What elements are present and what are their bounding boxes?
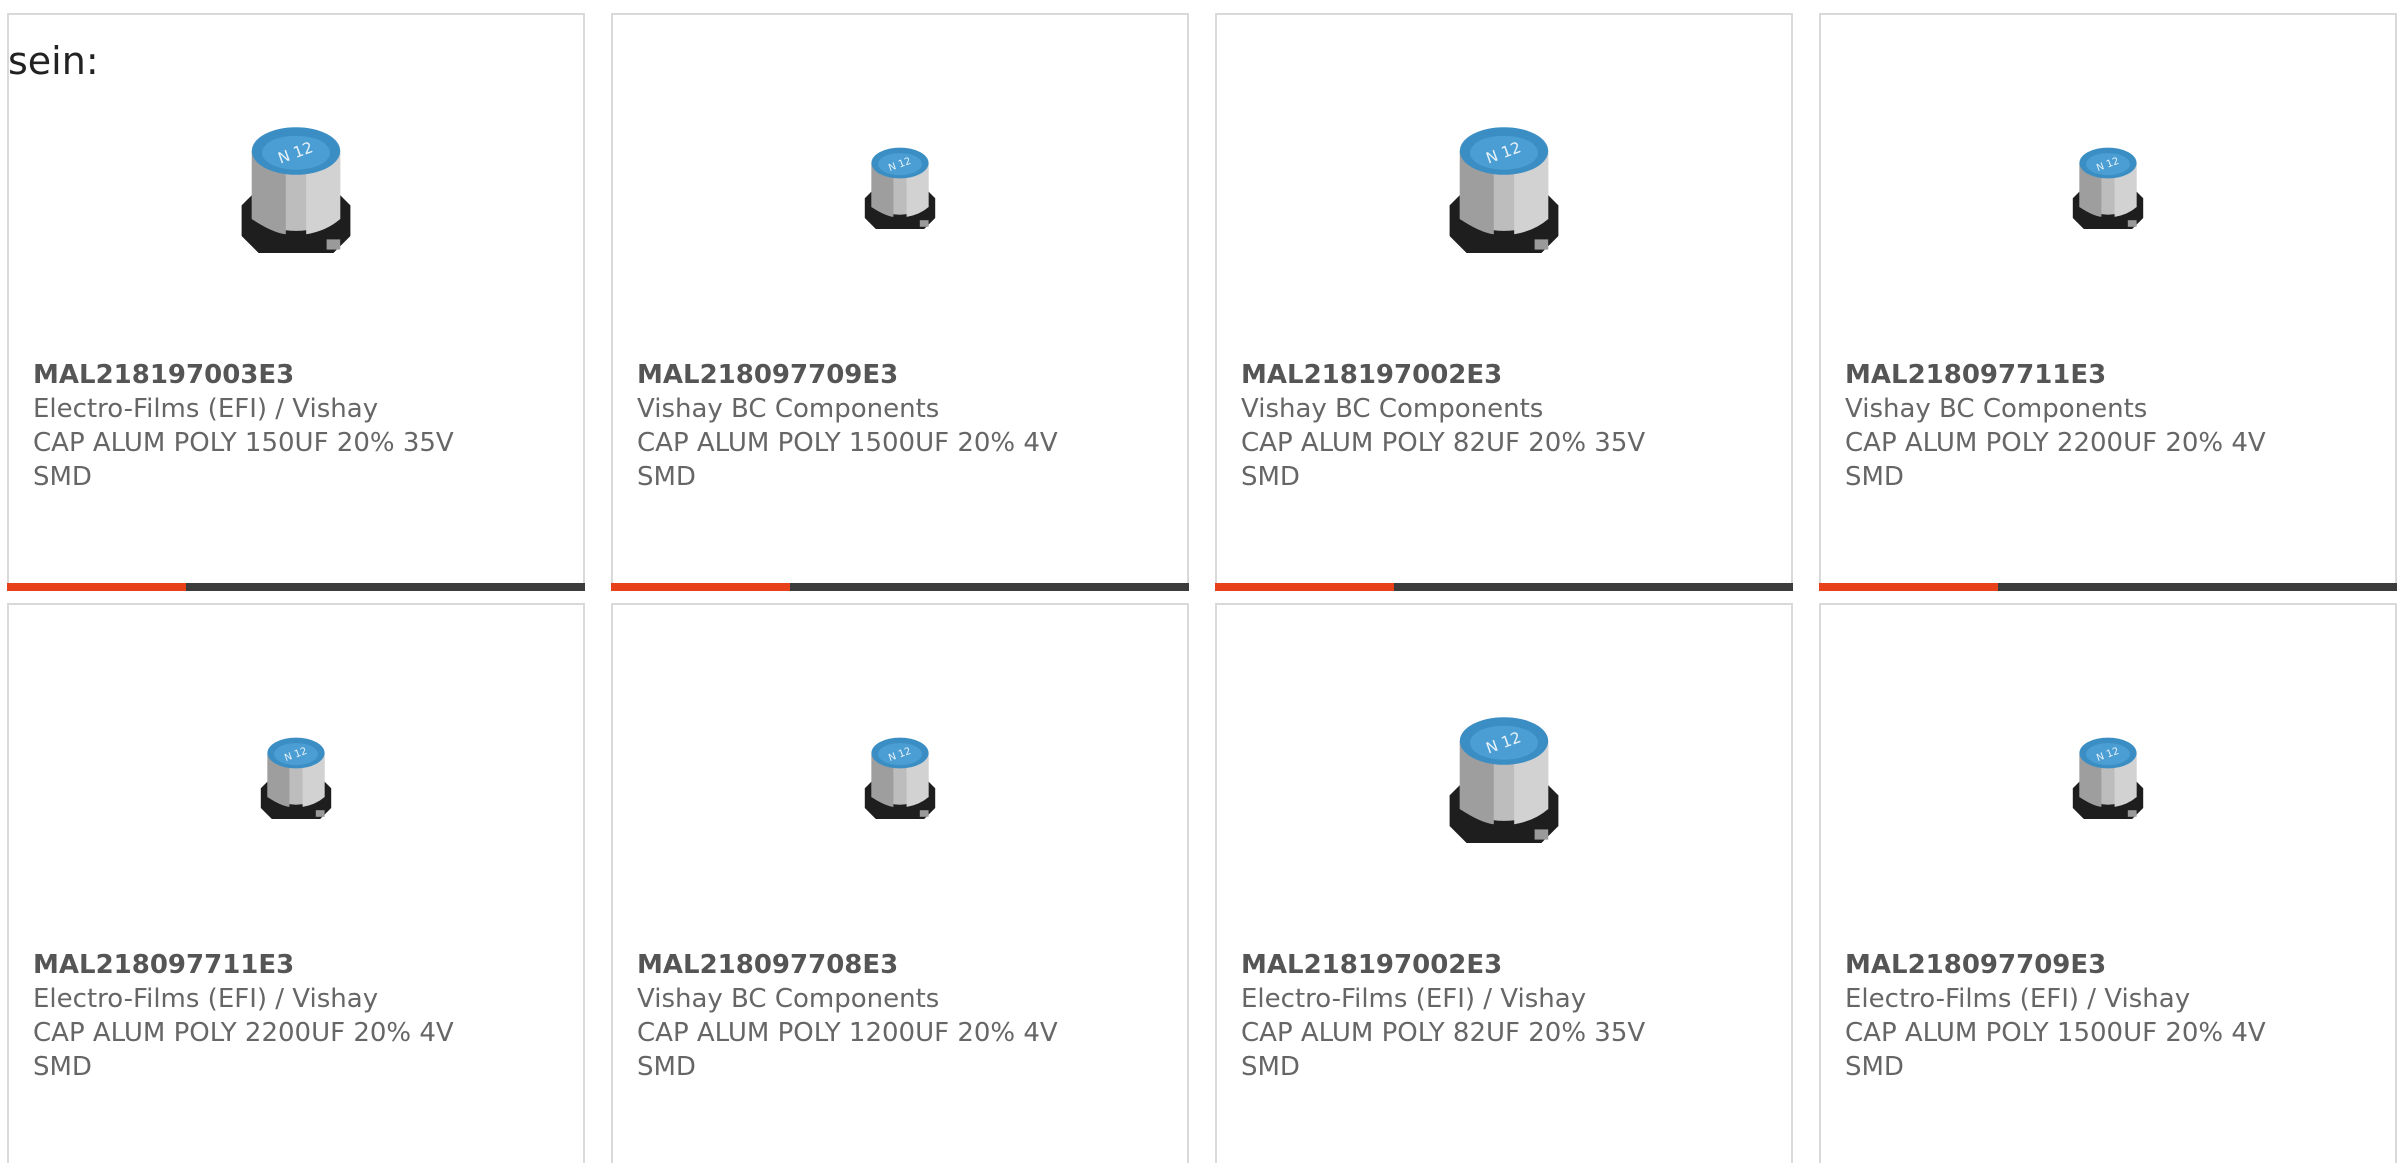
description: CAP ALUM POLY 2200UF 20% 4V (1845, 428, 2266, 458)
product-card[interactable]: N 12 MAL218097708E3 Vishay BC Components… (611, 603, 1189, 1163)
product-image[interactable]: N 12 (800, 85, 1000, 285)
part-number[interactable]: MAL218097709E3 (637, 358, 1167, 392)
progress-fill (611, 583, 791, 591)
progress-bar (611, 583, 1189, 591)
product-info: MAL218197003E3 Electro-Films (EFI) / Vis… (33, 358, 563, 494)
package: SMD (1845, 1052, 1904, 1082)
capacitor-image-icon: N 12 (1449, 127, 1559, 253)
intro-text: sein: (8, 39, 99, 83)
description: CAP ALUM POLY 1500UF 20% 4V (637, 428, 1058, 458)
product-image[interactable]: N 12 (800, 675, 1000, 875)
capacitor-image-icon: N 12 (864, 737, 936, 819)
product-image[interactable]: N 12 (196, 675, 396, 875)
product-info: MAL218097711E3 Vishay BC Components CAP … (1845, 358, 2375, 494)
product-card[interactable]: N 12 MAL218097709E3 Vishay BC Components… (611, 13, 1189, 591)
capacitor-image-icon: N 12 (2072, 147, 2144, 229)
capacitor-image-icon: N 12 (260, 737, 332, 819)
description: CAP ALUM POLY 2200UF 20% 4V (33, 1018, 454, 1048)
progress-bar (7, 583, 585, 591)
progress-bar (1819, 583, 2397, 591)
product-image[interactable]: N 12 (196, 85, 396, 285)
product-image[interactable]: N 12 (1404, 675, 1604, 875)
description: CAP ALUM POLY 82UF 20% 35V (1241, 428, 1646, 458)
page: sein: N 12 MAL218197003E3 Electro-Films … (0, 0, 2400, 1163)
product-image[interactable]: N 12 (2008, 85, 2208, 285)
part-number[interactable]: MAL218197002E3 (1241, 948, 1771, 982)
package: SMD (637, 1052, 696, 1082)
manufacturer: Electro-Films (EFI) / Vishay (1241, 984, 1587, 1014)
product-image[interactable]: N 12 (1404, 85, 1604, 285)
part-number[interactable]: MAL218097709E3 (1845, 948, 2375, 982)
part-number[interactable]: MAL218097711E3 (33, 948, 563, 982)
description: CAP ALUM POLY 1200UF 20% 4V (637, 1018, 1058, 1048)
progress-fill (1819, 583, 1999, 591)
part-number[interactable]: MAL218197003E3 (33, 358, 563, 392)
product-card[interactable]: N 12 MAL218197003E3 Electro-Films (EFI) … (7, 13, 585, 591)
product-card[interactable]: N 12 MAL218097711E3 Electro-Films (EFI) … (7, 603, 585, 1163)
product-info: MAL218097708E3 Vishay BC Components CAP … (637, 948, 1167, 1084)
part-number[interactable]: MAL218097711E3 (1845, 358, 2375, 392)
product-info: MAL218097711E3 Electro-Films (EFI) / Vis… (33, 948, 563, 1084)
capacitor-image-icon: N 12 (1449, 717, 1559, 843)
manufacturer: Electro-Films (EFI) / Vishay (1845, 984, 2191, 1014)
product-info: MAL218097709E3 Electro-Films (EFI) / Vis… (1845, 948, 2375, 1084)
manufacturer: Electro-Films (EFI) / Vishay (33, 394, 379, 424)
product-card[interactable]: N 12 MAL218097709E3 Electro-Films (EFI) … (1819, 603, 2397, 1163)
package: SMD (637, 462, 696, 492)
description: CAP ALUM POLY 1500UF 20% 4V (1845, 1018, 2266, 1048)
product-card[interactable]: N 12 MAL218197002E3 Electro-Films (EFI) … (1215, 603, 1793, 1163)
manufacturer: Vishay BC Components (637, 984, 940, 1014)
package: SMD (1241, 462, 1300, 492)
capacitor-image-icon: N 12 (241, 127, 351, 253)
product-card[interactable]: N 12 MAL218197002E3 Vishay BC Components… (1215, 13, 1793, 591)
manufacturer: Vishay BC Components (1845, 394, 2148, 424)
package: SMD (33, 1052, 92, 1082)
package: SMD (1845, 462, 1904, 492)
product-info: MAL218097709E3 Vishay BC Components CAP … (637, 358, 1167, 494)
manufacturer: Vishay BC Components (1241, 394, 1544, 424)
package: SMD (33, 462, 92, 492)
description: CAP ALUM POLY 150UF 20% 35V (33, 428, 454, 458)
capacitor-image-icon: N 12 (864, 147, 936, 229)
part-number[interactable]: MAL218097708E3 (637, 948, 1167, 982)
progress-bar (1215, 583, 1793, 591)
description: CAP ALUM POLY 82UF 20% 35V (1241, 1018, 1646, 1048)
manufacturer: Electro-Films (EFI) / Vishay (33, 984, 379, 1014)
product-info: MAL218197002E3 Vishay BC Components CAP … (1241, 358, 1771, 494)
manufacturer: Vishay BC Components (637, 394, 940, 424)
part-number[interactable]: MAL218197002E3 (1241, 358, 1771, 392)
product-image[interactable]: N 12 (2008, 675, 2208, 875)
product-grid: N 12 MAL218197003E3 Electro-Films (EFI) … (7, 13, 2400, 1163)
package: SMD (1241, 1052, 1300, 1082)
product-card[interactable]: N 12 MAL218097711E3 Vishay BC Components… (1819, 13, 2397, 591)
progress-fill (7, 583, 187, 591)
capacitor-image-icon: N 12 (2072, 737, 2144, 819)
product-info: MAL218197002E3 Electro-Films (EFI) / Vis… (1241, 948, 1771, 1084)
progress-fill (1215, 583, 1395, 591)
